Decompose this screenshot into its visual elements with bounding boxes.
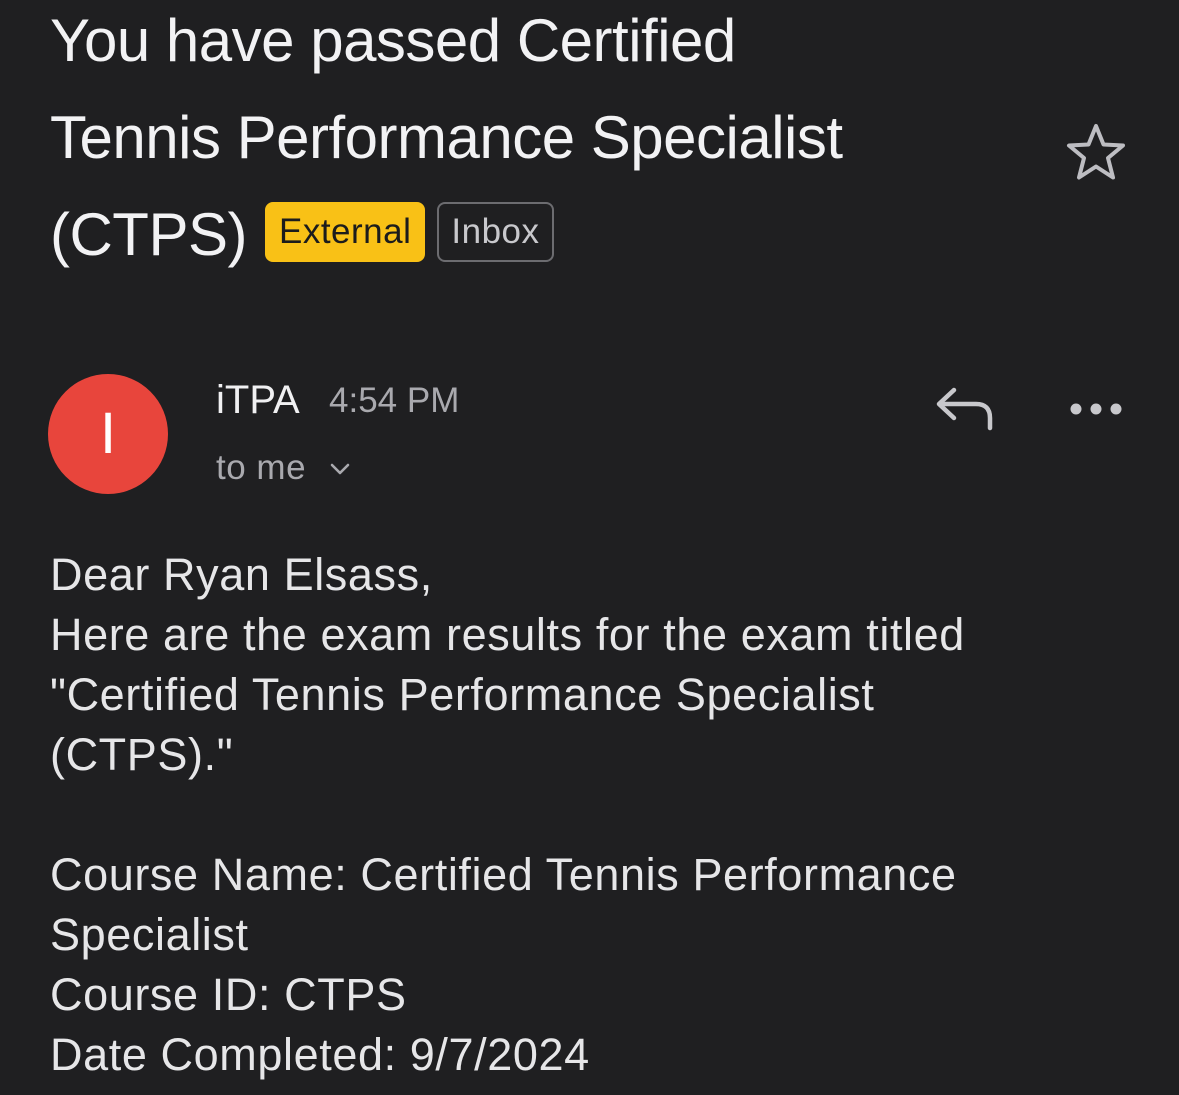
avatar[interactable]: I: [48, 374, 168, 494]
email-view: You have passed Certified Tennis Perform…: [0, 0, 1179, 1095]
intro-line: "Certified Tennis Performance Specialist: [50, 669, 875, 720]
email-subject: You have passed Certified Tennis Perform…: [50, 0, 990, 283]
sent-time: 4:54 PM: [329, 381, 460, 420]
intro-line: Here are the exam results for the exam t…: [50, 609, 965, 660]
star-icon[interactable]: [1063, 120, 1129, 186]
chevron-down-icon[interactable]: [329, 461, 351, 477]
more-horizontal-icon[interactable]: [1068, 398, 1124, 420]
course-name: Course Name: Certified Tennis Performanc…: [50, 849, 957, 900]
inbox-label[interactable]: Inbox: [437, 202, 554, 262]
email-body: Dear Ryan Elsass, Here are the exam resu…: [50, 545, 1140, 1085]
recipient-line[interactable]: to me: [216, 445, 306, 491]
date-completed: Date Completed: 9/7/2024: [50, 1029, 590, 1080]
reply-icon[interactable]: [934, 384, 994, 434]
course-id: Course ID: CTPS: [50, 969, 407, 1020]
sender-name[interactable]: iTPA: [216, 374, 300, 426]
intro-line: (CTPS).": [50, 729, 234, 780]
greeting: Dear Ryan Elsass,: [50, 549, 433, 600]
course-name-continued: Specialist: [50, 909, 249, 960]
external-label: External: [264, 202, 426, 262]
